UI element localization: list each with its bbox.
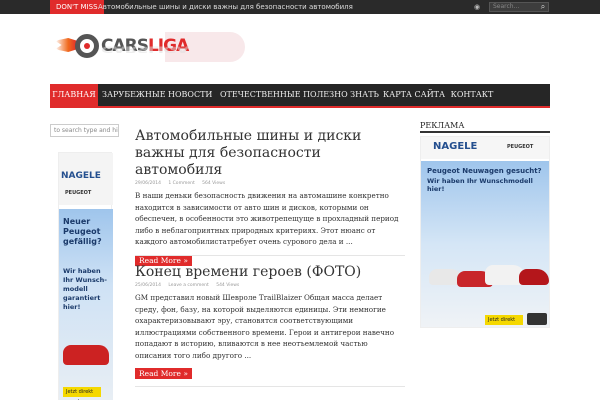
top-bar: DON'T MISS Автомобильные шины и диски ва… <box>0 0 600 14</box>
ad-headline: Peugeot Neuwagen gesucht? <box>427 167 542 175</box>
nav-item-sitemap[interactable]: КАРТА САЙТА <box>382 84 446 106</box>
nav-item-home[interactable]: ГЛАВНАЯ <box>50 84 98 106</box>
post-excerpt: В наши деньки безопасность движения на а… <box>135 191 399 246</box>
ad-logo <box>527 313 547 325</box>
post-meta: 29/06/2014 1 Comment 564 Views <box>135 181 405 189</box>
post-comments[interactable]: Leave a comment <box>168 283 208 288</box>
post-title[interactable]: Автомобильные шины и диски важны для без… <box>135 128 405 179</box>
read-more-button[interactable]: Read More » <box>135 368 192 379</box>
nav-item-news[interactable]: НОВОСТИ <box>168 84 212 106</box>
right-sidebar-ad[interactable]: NAGELE PEUGEOT Peugeot Neuwagen gesucht?… <box>420 136 550 328</box>
post-excerpt: GM представил новый Шевроле TrailBlaizer… <box>135 293 395 360</box>
ad-header: NAGELE PEUGEOT <box>59 153 113 205</box>
post-views: 544 Views <box>216 283 240 288</box>
ad-header: NAGELE PEUGEOT <box>421 137 549 159</box>
site-logo[interactable]: CARSLIGA CARSLIGA <box>55 32 245 64</box>
ad-text: Wir haben Ihr Wunsch-modell garantiert h… <box>63 267 107 311</box>
post-date: 29/06/2014 <box>135 181 161 186</box>
search-icon[interactable]: ⌕ <box>538 2 548 12</box>
logo-tire-icon <box>75 34 99 58</box>
ad-text: Wir haben Ihr Wunschmodell hier! <box>427 177 533 193</box>
ad-cta-button[interactable]: Jetzt direkt ansehen <box>485 315 523 325</box>
post-views: 564 Views <box>202 181 226 186</box>
post-item: Автомобильные шины и диски важны для без… <box>135 128 405 267</box>
ad-body: Peugeot Neuwagen gesucht? Wir haben Ihr … <box>421 161 549 327</box>
sidebar-search-input[interactable]: to search type and hi <box>50 124 119 137</box>
ad-brand: NAGELE <box>433 141 478 152</box>
logo-flame-icon <box>55 38 77 52</box>
post-title[interactable]: Конец времени героев (ФОТО) <box>135 264 405 281</box>
post-item: Конец времени героев (ФОТО) 25/06/2014 L… <box>135 264 405 380</box>
logo-reflection: CARSLIGA <box>101 44 189 54</box>
rss-icon[interactable]: ◉ <box>474 3 482 11</box>
ad-partner: PEUGEOT <box>65 190 92 196</box>
car-image <box>63 345 109 365</box>
nav-item-contact[interactable]: КОНТАКТ <box>449 84 495 106</box>
post-comments[interactable]: 1 Comment <box>168 181 194 186</box>
left-sidebar-ad[interactable]: NAGELE PEUGEOT Neuer Peugeot gefällig? W… <box>58 152 113 400</box>
nav-item-domestic[interactable]: ОТЕЧЕСТВЕННЫЕ <box>220 84 301 106</box>
main-nav: ГЛАВНАЯ ЗАРУБЕЖНЫЕ НОВОСТИ ОТЕЧЕСТВЕННЫЕ… <box>50 84 550 108</box>
breaking-news-ticker[interactable]: Автомобильные шины и диски важны для без… <box>98 0 353 14</box>
post-meta: 25/06/2014 Leave a comment 544 Views <box>135 283 405 291</box>
ad-section-heading: РЕКЛАМА <box>420 120 550 133</box>
ad-body: Neuer Peugeot gefällig? Wir haben Ihr Wu… <box>59 209 113 400</box>
post-date: 25/06/2014 <box>135 283 161 288</box>
ad-partner: PEUGEOT <box>507 144 534 150</box>
dont-miss-label: DON'T MISS <box>50 0 104 14</box>
ad-headline: Neuer Peugeot gefällig? <box>63 217 102 246</box>
post-divider <box>135 255 405 256</box>
ad-brand: NAGELE <box>61 171 101 181</box>
post-divider <box>135 386 405 387</box>
nav-item-useful[interactable]: ПОЛЕЗНО ЗНАТЬ <box>303 84 379 106</box>
nav-item-foreign[interactable]: ЗАРУБЕЖНЫЕ <box>102 84 166 106</box>
ad-cta-button[interactable]: Jetzt direkt ansehen <box>63 387 101 400</box>
car-image <box>519 269 549 285</box>
